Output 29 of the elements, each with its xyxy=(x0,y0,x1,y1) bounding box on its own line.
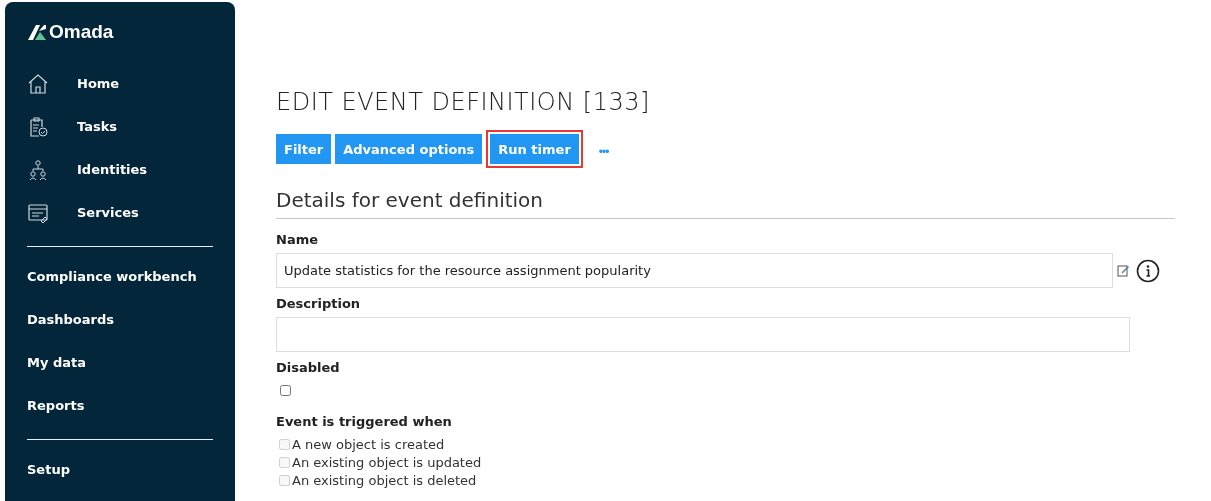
people-icon xyxy=(27,158,49,181)
nav-item[interactable]: Tasks xyxy=(27,105,213,148)
nav-item[interactable]: Setup xyxy=(27,448,213,491)
nav-item[interactable]: Reports xyxy=(27,384,213,427)
field-label: Disabled xyxy=(276,360,341,375)
description-field[interactable] xyxy=(276,317,1130,352)
checkbox[interactable] xyxy=(280,385,291,396)
checkbox-label: An existing object is updated xyxy=(292,454,482,470)
field-label: Event is triggered when xyxy=(276,414,453,429)
edit-icon[interactable] xyxy=(1117,264,1130,277)
checkbox-label: A new object is created xyxy=(292,436,445,452)
browser-window-icon xyxy=(27,201,49,224)
nav-item[interactable]: My data xyxy=(27,341,213,384)
logo-text: Omada xyxy=(49,21,114,43)
nav-item[interactable]: Services xyxy=(27,191,213,234)
field-label: Name xyxy=(276,232,319,247)
logo-icon xyxy=(27,23,47,41)
info-icon[interactable] xyxy=(1136,258,1160,283)
nav-item[interactable]: Compliance workbench xyxy=(27,255,213,298)
name-field[interactable]: Update statistics for the resource assignment popularity xyxy=(276,253,1113,288)
checkbox-label: An existing object is deleted xyxy=(292,472,477,488)
house-icon xyxy=(27,72,49,95)
section-title: Details for event definition xyxy=(276,188,544,212)
page-title: EDIT EVENT DEFINITION [133] xyxy=(276,88,651,116)
nav-item[interactable]: Dashboards xyxy=(27,298,213,341)
field-label: Description xyxy=(276,296,362,311)
clipboard-icon xyxy=(27,115,49,138)
nav-item[interactable]: Home xyxy=(27,62,213,105)
nav-item[interactable]: Identities xyxy=(27,148,213,191)
